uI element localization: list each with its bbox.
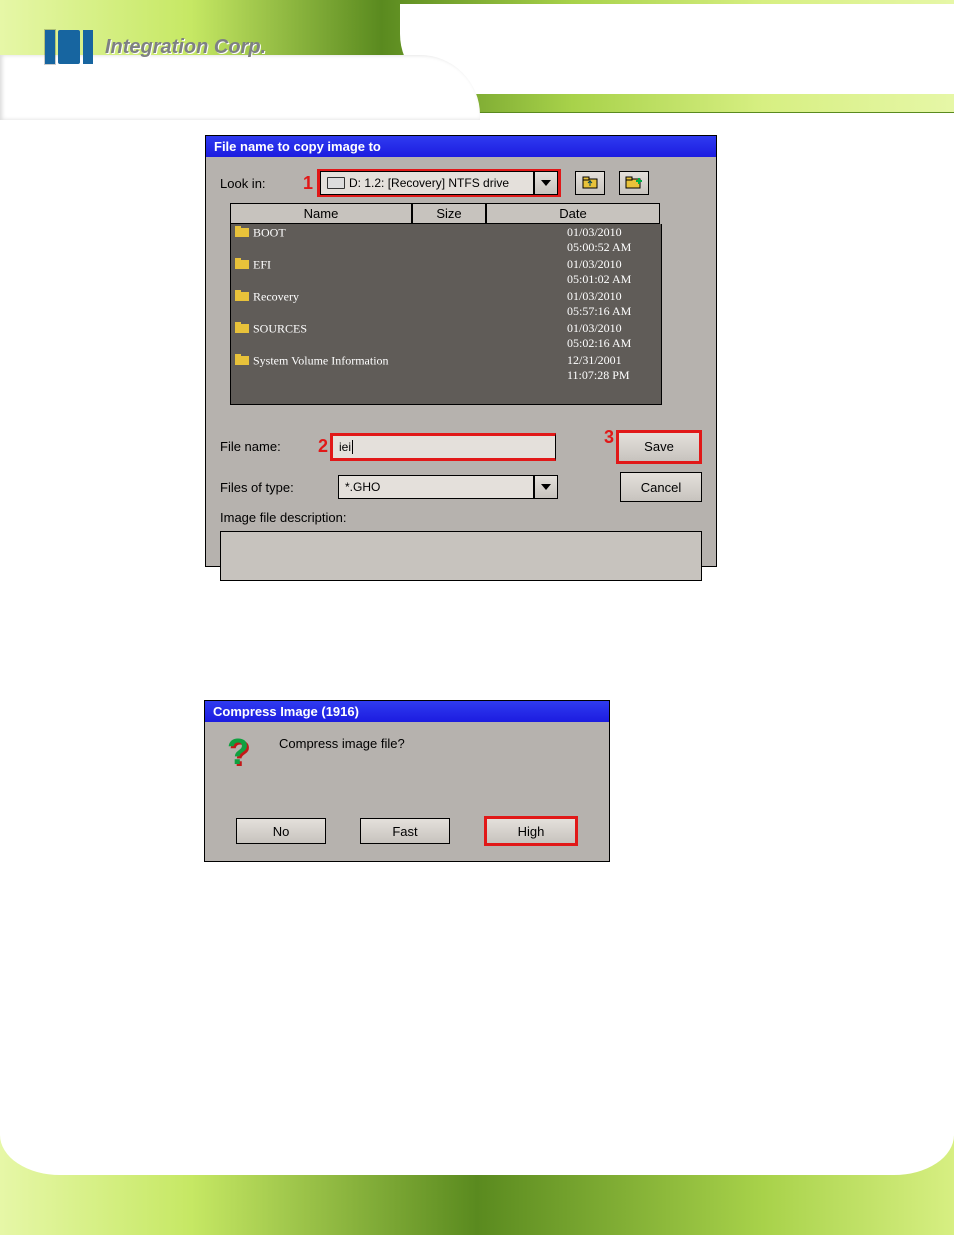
question-icon: ?? — [223, 736, 261, 774]
compress-message: Compress image file? — [279, 736, 405, 751]
list-item[interactable]: System Volume Information12/31/2001 11:0… — [231, 352, 661, 384]
callout-3: 3 — [604, 427, 614, 448]
save-dialog-title: File name to copy image to — [206, 136, 716, 157]
lookin-highlight: D: 1.2: [Recovery] NTFS drive — [317, 169, 561, 197]
folder-icon — [235, 257, 249, 269]
filename-value: iei — [339, 440, 351, 454]
col-date[interactable]: Date — [486, 203, 660, 224]
filename-input[interactable]: iei — [330, 433, 556, 461]
drive-icon — [327, 177, 345, 189]
new-folder-icon — [625, 175, 643, 192]
filetype-value: *.GHO — [345, 480, 380, 494]
chevron-down-icon[interactable] — [534, 475, 558, 499]
high-button[interactable]: High — [484, 816, 578, 846]
folder-icon — [235, 321, 249, 333]
callout-1: 1 — [303, 173, 313, 194]
filename-label: File name: — [220, 439, 318, 454]
filetype-label: Files of type: — [220, 480, 338, 495]
folder-icon — [235, 225, 249, 237]
bottom-banner — [0, 1115, 954, 1235]
col-name[interactable]: Name — [230, 203, 412, 224]
col-size[interactable]: Size — [412, 203, 486, 224]
new-folder-button[interactable] — [619, 171, 649, 195]
callout-2: 2 — [318, 436, 328, 457]
list-item[interactable]: EFI01/03/2010 05:01:02 AM — [231, 256, 661, 288]
save-dialog: File name to copy image to Look in: 1 D:… — [205, 135, 717, 567]
cancel-button[interactable]: Cancel — [620, 472, 702, 502]
top-banner: Integration Corp. — [0, 0, 954, 113]
list-item[interactable]: BOOT01/03/2010 05:00:52 AM — [231, 224, 661, 256]
compress-dialog-title: Compress Image (1916) — [205, 701, 609, 722]
up-folder-icon — [582, 175, 598, 192]
description-label: Image file description: — [220, 510, 702, 525]
folder-icon — [235, 289, 249, 301]
chevron-down-icon[interactable] — [534, 171, 558, 195]
up-folder-button[interactable] — [575, 171, 605, 195]
list-item[interactable]: Recovery01/03/2010 05:57:16 AM — [231, 288, 661, 320]
folder-icon — [235, 353, 249, 365]
compress-dialog: Compress Image (1916) ?? Compress image … — [204, 700, 610, 862]
no-button[interactable]: No — [236, 818, 326, 844]
brand-text: Integration Corp. — [105, 36, 266, 59]
file-list[interactable]: BOOT01/03/2010 05:00:52 AM EFI01/03/2010… — [230, 224, 662, 405]
filetype-combo[interactable]: *.GHO — [338, 476, 558, 498]
brand-logo: Integration Corp. — [45, 30, 266, 64]
fast-button[interactable]: Fast — [360, 818, 450, 844]
look-in-value: D: 1.2: [Recovery] NTFS drive — [349, 176, 509, 190]
svg-text:?: ? — [227, 736, 249, 772]
description-input[interactable] — [220, 531, 702, 581]
look-in-label: Look in: — [220, 176, 295, 191]
look-in-combo[interactable]: D: 1.2: [Recovery] NTFS drive — [320, 172, 558, 194]
save-button[interactable]: Save — [616, 430, 702, 464]
list-item[interactable]: SOURCES01/03/2010 05:02:16 AM — [231, 320, 661, 352]
